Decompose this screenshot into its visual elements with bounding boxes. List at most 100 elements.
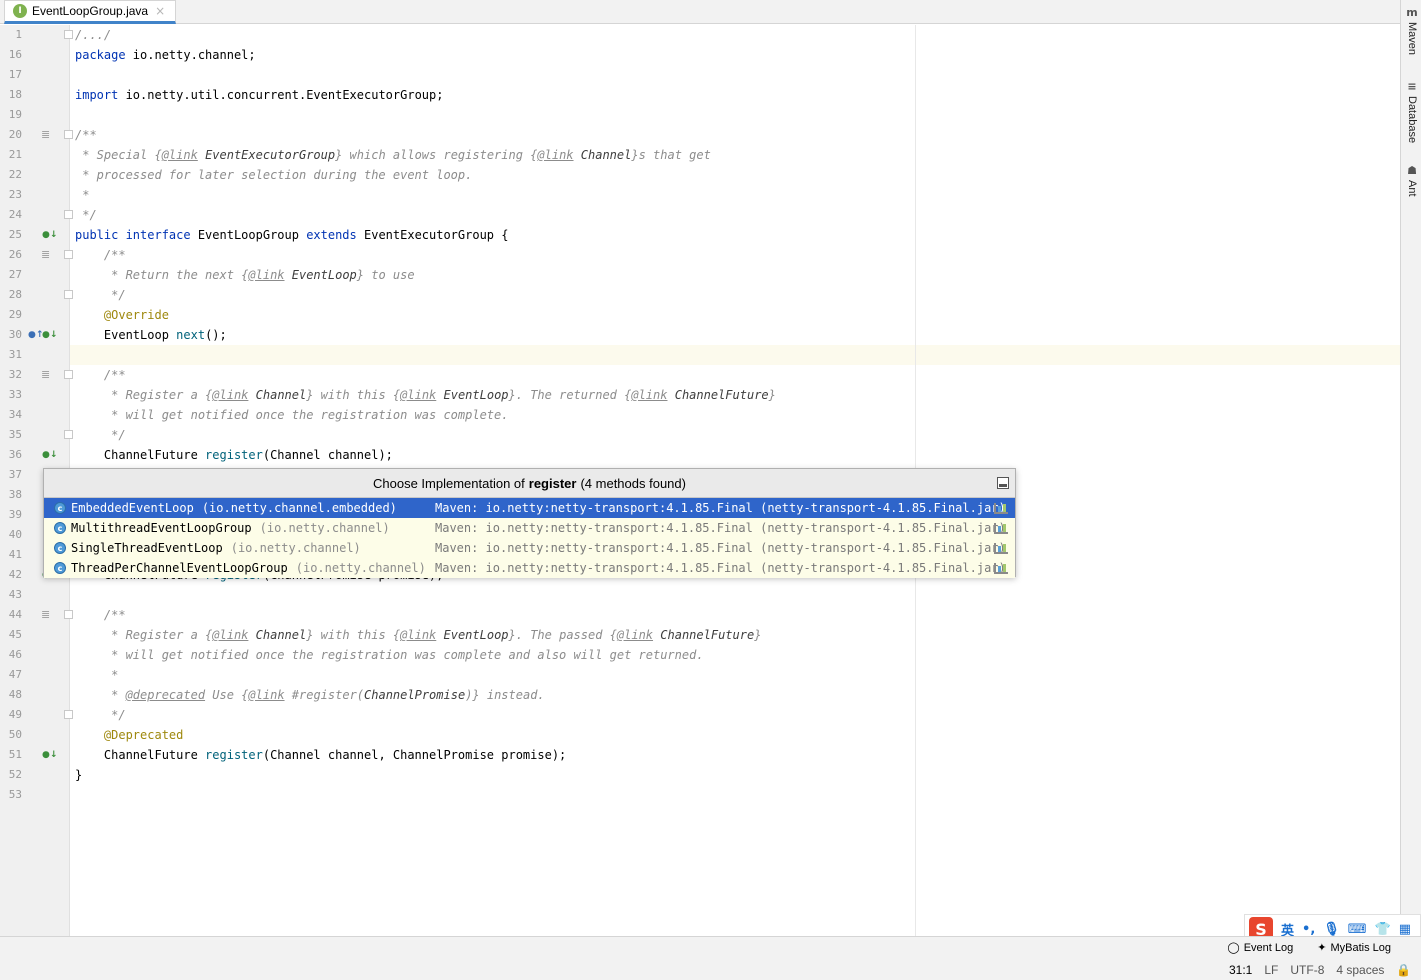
line-number[interactable]: 30: [0, 325, 22, 345]
line-number[interactable]: 22: [0, 165, 22, 185]
code-line[interactable]: 26 ≣ /**: [0, 245, 1400, 265]
implemented-icon[interactable]: ●↓: [42, 745, 57, 765]
line-number[interactable]: 1: [0, 25, 22, 45]
code-line[interactable]: 17: [0, 65, 1400, 85]
line-number[interactable]: 46: [0, 645, 22, 665]
code-line[interactable]: 21 * Special {@link EventExecutorGroup} …: [0, 145, 1400, 165]
code-line[interactable]: 29 @Override: [0, 305, 1400, 325]
open-in-find-window-icon[interactable]: [997, 477, 1009, 489]
code-line[interactable]: 19: [0, 105, 1400, 125]
code-text[interactable]: import io.netty.util.concurrent.EventExe…: [75, 85, 443, 105]
code-text[interactable]: * will get notified once the registratio…: [75, 405, 508, 425]
code-line[interactable]: 18 import io.netty.util.concurrent.EventE…: [0, 85, 1400, 105]
line-number[interactable]: 31: [0, 345, 22, 365]
code-text[interactable]: EventLoop next();: [75, 325, 227, 345]
code-text[interactable]: */: [75, 705, 125, 725]
code-text[interactable]: * will get notified once the registratio…: [75, 645, 703, 665]
fold-toggle-icon[interactable]: [64, 290, 73, 299]
code-line[interactable]: 46 * will get notified once the registra…: [0, 645, 1400, 665]
code-line[interactable]: 50 @Deprecated: [0, 725, 1400, 745]
implementation-row[interactable]: c ThreadPerChannelEventLoopGroup (io.net…: [44, 558, 1015, 578]
line-number[interactable]: 23: [0, 185, 22, 205]
line-number[interactable]: 50: [0, 725, 22, 745]
fold-toggle-icon[interactable]: [64, 210, 73, 219]
code-text[interactable]: * Special {@link EventExecutorGroup} whi…: [75, 145, 711, 165]
code-text[interactable]: */: [75, 205, 96, 225]
implemented-icon[interactable]: ●↓: [42, 225, 57, 245]
code-line[interactable]: 52}: [0, 765, 1400, 785]
code-line[interactable]: 43: [0, 585, 1400, 605]
fold-toggle-icon[interactable]: [64, 130, 73, 139]
code-text[interactable]: /**: [75, 365, 126, 385]
code-text[interactable]: /**: [75, 125, 97, 145]
code-text[interactable]: @Deprecated: [75, 725, 183, 745]
line-number[interactable]: 39: [0, 505, 22, 525]
code-text[interactable]: * processed for later selection during t…: [75, 165, 472, 185]
line-number[interactable]: 44: [0, 605, 22, 625]
fold-toggle-icon[interactable]: [64, 30, 73, 39]
line-number[interactable]: 26: [0, 245, 22, 265]
code-text[interactable]: */: [75, 425, 125, 445]
indent-setting[interactable]: 4 spaces: [1336, 963, 1384, 977]
implementation-row[interactable]: c SingleThreadEventLoop (io.netty.channe…: [44, 538, 1015, 558]
code-text[interactable]: *: [75, 665, 118, 685]
line-number[interactable]: 16: [0, 45, 22, 65]
code-line[interactable]: 49 */: [0, 705, 1400, 725]
line-number[interactable]: 43: [0, 585, 22, 605]
code-text[interactable]: *: [75, 185, 89, 205]
close-icon[interactable]: ×: [155, 4, 165, 18]
code-line[interactable]: 30 ●↓ ●↑ EventLoop next();: [0, 325, 1400, 345]
lock-icon[interactable]: 🔒: [1396, 963, 1411, 977]
code-line[interactable]: 36 ●↓ ChannelFuture register(Channel chan…: [0, 445, 1400, 465]
code-text[interactable]: ChannelFuture register(Channel channel, …: [75, 745, 566, 765]
line-number[interactable]: 35: [0, 425, 22, 445]
database-tool-button[interactable]: ≡ Database: [1402, 80, 1421, 143]
code-text[interactable]: ChannelFuture register(Channel channel);: [75, 445, 393, 465]
file-encoding[interactable]: UTF-8: [1290, 963, 1324, 977]
code-text[interactable]: /**: [75, 245, 126, 265]
code-line[interactable]: 51 ●↓ ChannelFuture register(Channel chan…: [0, 745, 1400, 765]
line-number[interactable]: 25: [0, 225, 22, 245]
code-line[interactable]: 53: [0, 785, 1400, 805]
code-text[interactable]: }: [75, 765, 82, 785]
overrides-icon[interactable]: ●↑: [28, 325, 43, 345]
line-number[interactable]: 37: [0, 465, 22, 485]
code-line[interactable]: 32 ≣ /**: [0, 365, 1400, 385]
microphone-icon[interactable]: 🎙: [1323, 922, 1340, 937]
code-line[interactable]: 28 */: [0, 285, 1400, 305]
code-line[interactable]: 45 * Register a {@link Channel} with thi…: [0, 625, 1400, 645]
code-line[interactable]: 23 *: [0, 185, 1400, 205]
code-text[interactable]: /**: [75, 605, 126, 625]
render-doc-icon[interactable]: ≣: [41, 365, 50, 385]
line-number[interactable]: 34: [0, 405, 22, 425]
render-doc-icon[interactable]: ≣: [41, 125, 50, 145]
ime-punctuation-icon[interactable]: •,: [1302, 922, 1315, 937]
maven-tool-button[interactable]: m Maven: [1402, 6, 1421, 55]
code-line[interactable]: 34 * will get notified once the registra…: [0, 405, 1400, 425]
code-line[interactable]: 33 * Register a {@link Channel} with thi…: [0, 385, 1400, 405]
implementation-row[interactable]: c EmbeddedEventLoop (io.netty.channel.em…: [44, 498, 1015, 518]
code-line[interactable]: 22 * processed for later selection durin…: [0, 165, 1400, 185]
line-number[interactable]: 41: [0, 545, 22, 565]
fold-toggle-icon[interactable]: [64, 370, 73, 379]
implementation-row[interactable]: c MultithreadEventLoopGroup (io.netty.ch…: [44, 518, 1015, 538]
line-number[interactable]: 24: [0, 205, 22, 225]
line-number[interactable]: 40: [0, 525, 22, 545]
code-text[interactable]: /.../: [75, 25, 111, 45]
line-number[interactable]: 49: [0, 705, 22, 725]
code-line[interactable]: 48 * @deprecated Use {@link #register(Ch…: [0, 685, 1400, 705]
line-number[interactable]: 29: [0, 305, 22, 325]
caret-position[interactable]: 31:1: [1229, 963, 1252, 977]
mybatis-log-button[interactable]: ✦ MyBatis Log: [1317, 941, 1391, 955]
line-number[interactable]: 32: [0, 365, 22, 385]
choose-implementation-popup[interactable]: Choose Implementation of register (4 met…: [43, 468, 1016, 578]
code-line[interactable]: 44 ≣ /**: [0, 605, 1400, 625]
line-number[interactable]: 36: [0, 445, 22, 465]
line-number[interactable]: 48: [0, 685, 22, 705]
code-text[interactable]: package io.netty.channel;: [75, 45, 256, 65]
code-line[interactable]: 25 ●↓ public interface EventLoopGroup exte…: [0, 225, 1400, 245]
line-number[interactable]: 17: [0, 65, 22, 85]
code-text[interactable]: * @deprecated Use {@link #register(Chann…: [75, 685, 545, 705]
code-line[interactable]: 24 */: [0, 205, 1400, 225]
line-number[interactable]: 47: [0, 665, 22, 685]
